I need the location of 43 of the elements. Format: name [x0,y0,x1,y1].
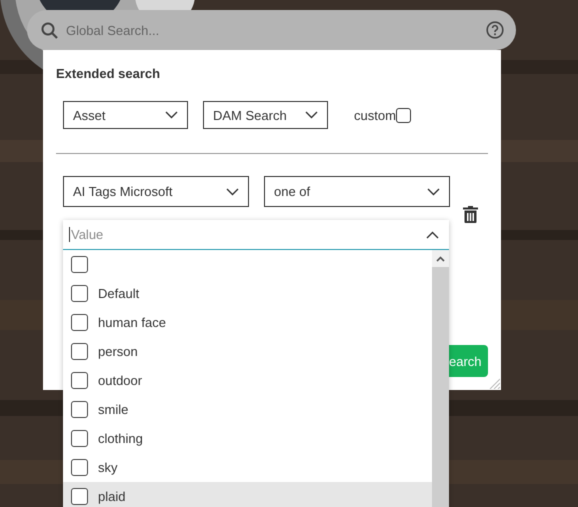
option-checkbox[interactable] [71,314,88,331]
option-label: plaid [98,489,126,504]
option-item[interactable]: smile [63,395,432,424]
option-checkbox[interactable] [71,256,88,273]
scrollbar[interactable] [432,250,449,507]
option-checkbox[interactable] [71,401,88,418]
panel-title: Extended search [56,66,160,81]
search-icon [41,22,58,38]
option-label: Default [98,286,140,301]
option-item[interactable]: person [63,337,432,366]
option-label: human face [98,315,166,330]
chevron-icon [226,188,239,196]
custom-label: custom [354,108,396,122]
option-item[interactable]: plaid [63,482,432,507]
custom-checkbox[interactable] [396,108,411,122]
option-checkbox[interactable] [71,488,88,505]
option-checkbox[interactable] [71,372,88,389]
option-checkbox[interactable] [71,285,88,302]
scroll-up-icon[interactable] [436,256,445,262]
option-checkbox[interactable] [71,430,88,447]
option-label: person [98,344,138,359]
chevron-icon [165,111,178,119]
field-select[interactable]: AI Tags Microsoft [63,176,249,207]
option-label: smile [98,402,128,417]
type-select[interactable]: Asset [63,101,188,129]
chevron-icon [305,111,318,119]
option-label: clothing [98,431,143,446]
option-item[interactable]: human face [63,308,432,337]
option-checkbox[interactable] [71,343,88,360]
option-item[interactable]: Default [63,279,432,308]
option-checkbox[interactable] [71,459,88,476]
resize-grip-icon[interactable] [488,377,500,389]
option-item[interactable]: sky [63,453,432,482]
option-item[interactable]: outdoor [63,366,432,395]
option-item[interactable]: clothing [63,424,432,453]
option-label: sky [98,460,118,475]
option-label: outdoor [98,373,142,388]
chevron-icon [426,230,439,238]
trash-icon[interactable] [463,206,478,223]
chevron-icon [427,188,440,196]
operator-select[interactable]: one of [264,176,450,207]
help-icon[interactable] [486,21,504,39]
type-select[interactable]: DAM Search [203,101,328,129]
